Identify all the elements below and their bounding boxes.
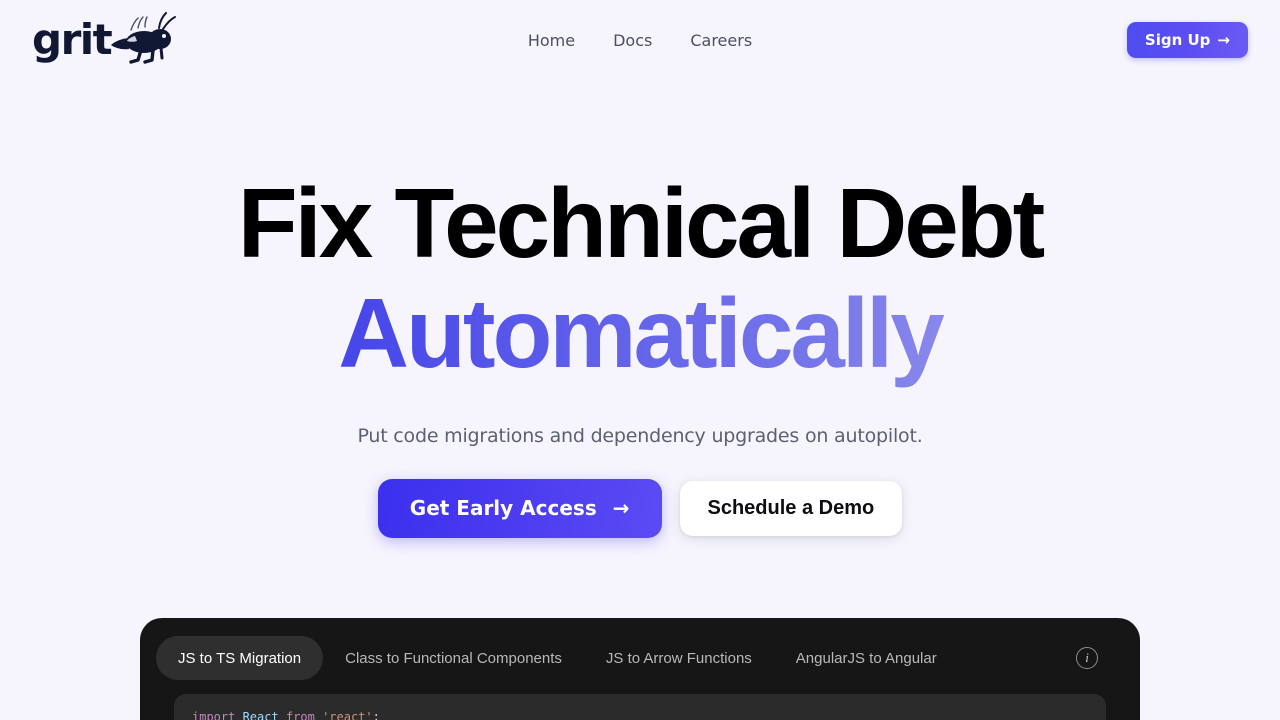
arrow-right-icon: → [612,496,630,521]
brand-name: grit [32,15,113,64]
demo-code-box: import React from 'react'; [174,694,1106,720]
grasshopper-icon [111,12,177,64]
tab-class-to-functional-components[interactable]: Class to Functional Components [323,636,584,680]
code-token-punct: ; [372,710,380,720]
main-navigation: Home Docs Careers [528,31,752,50]
brand-logo[interactable]: grit [32,12,177,68]
code-token-from: from [285,710,315,720]
hero-headline-line1: Fix Technical Debt [237,168,1046,278]
demo-tab-row: JS to TS Migration Class to Functional C… [156,636,1124,680]
code-token-keyword: import [192,710,236,720]
hero-headline-line2: Automatically [0,278,1280,389]
site-header: grit Home Docs Careers Sign Up → [0,0,1280,80]
code-token-string: 'react' [314,710,373,720]
get-early-access-button[interactable]: Get Early Access → [377,478,662,538]
sign-up-button[interactable]: Sign Up → [1126,22,1248,58]
sign-up-label: Sign Up [1144,31,1211,49]
hero-cta-row: Get Early Access → Schedule a Demo [0,478,1280,538]
tab-angularjs-to-angular[interactable]: AngularJS to Angular [774,636,959,680]
code-token-identifier: React [235,710,286,720]
get-early-access-label: Get Early Access [409,496,597,521]
info-circle-icon[interactable]: i [1076,647,1098,669]
arrow-right-icon: → [1217,30,1230,49]
tab-js-to-ts-migration[interactable]: JS to TS Migration [156,636,324,680]
nav-link-docs[interactable]: Docs [613,31,652,50]
hero-section: Fix Technical Debt Automatically Put cod… [0,80,1280,538]
hero-subtitle: Put code migrations and dependency upgra… [357,424,923,447]
nav-link-home[interactable]: Home [528,31,575,50]
nav-link-careers[interactable]: Careers [690,31,752,50]
tab-js-to-arrow-functions[interactable]: JS to Arrow Functions [584,636,774,680]
demo-panel: JS to TS Migration Class to Functional C… [140,618,1140,720]
schedule-demo-button[interactable]: Schedule a Demo [679,480,903,536]
